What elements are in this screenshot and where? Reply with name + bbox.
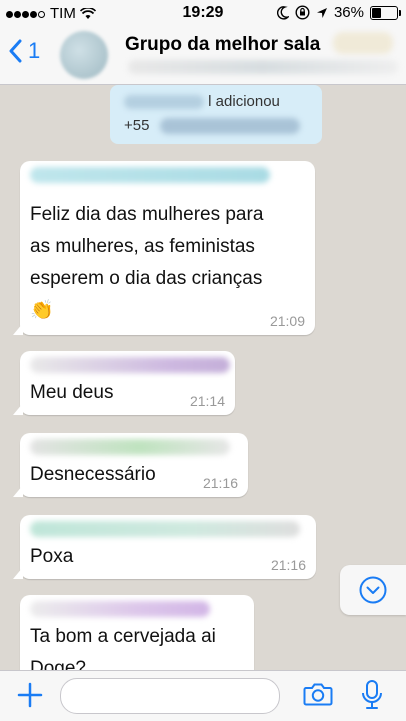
camera-icon xyxy=(303,683,333,706)
clapping-emoji: 👏 xyxy=(30,300,54,321)
message-line: Feliz dia das mulheres para xyxy=(30,204,264,225)
message-text: Meu deus xyxy=(30,377,113,409)
chat-title[interactable]: Grupo da melhor sala xyxy=(125,34,320,56)
chevron-down-icon xyxy=(359,576,387,604)
message-time: 21:09 xyxy=(269,313,305,329)
plus-icon xyxy=(17,682,43,708)
group-avatar[interactable] xyxy=(60,31,108,79)
message-time: 21:16 xyxy=(202,475,238,491)
chevron-left-icon xyxy=(9,39,22,63)
message-text: Poxa xyxy=(30,541,73,573)
message-bubble[interactable]: Ta bom a cervejada ai Doge? xyxy=(20,595,254,670)
unread-count: 1 xyxy=(28,38,41,63)
message-line: Poxa xyxy=(30,546,74,567)
compose-bar xyxy=(0,670,406,721)
message-time: 21:16 xyxy=(270,557,306,573)
participants-redacted xyxy=(128,60,398,74)
scroll-to-bottom-button[interactable] xyxy=(340,565,406,615)
chat-header: 1 Grupo da melhor sala xyxy=(0,26,406,85)
message-line: Ta bom a cervejada ai xyxy=(30,626,216,647)
message-line: Desnecessário xyxy=(30,464,156,485)
message-line: Doge? xyxy=(30,658,86,670)
title-emoji-redacted xyxy=(333,32,393,54)
message-line: as mulheres, as feministas xyxy=(30,236,255,257)
message-bubble[interactable]: Desnecessário 21:16 xyxy=(13,433,248,497)
status-bar: TIM 19:29 36% xyxy=(0,0,406,26)
message-bubble[interactable]: Poxa 21:16 xyxy=(13,515,316,579)
message-bubble[interactable]: Feliz dia das mulheres para as mulheres,… xyxy=(13,161,315,335)
message-line: esperem o dia das crianças xyxy=(30,268,263,289)
system-message-line2: +55 xyxy=(124,117,300,135)
message-bubble[interactable]: Meu deus 21:14 xyxy=(13,351,235,415)
rotation-lock-icon xyxy=(295,5,310,20)
sender-name-redacted xyxy=(30,521,300,537)
moon-icon xyxy=(276,5,289,19)
sender-name-redacted xyxy=(30,357,230,373)
microphone-icon xyxy=(362,680,382,709)
sender-name-redacted xyxy=(30,439,230,455)
location-icon xyxy=(316,7,327,18)
system-message-phone: +55 xyxy=(124,117,150,134)
battery-icon xyxy=(370,5,401,20)
status-right: 36% xyxy=(276,4,401,21)
message-text: Desnecessário xyxy=(30,459,156,491)
system-message-text: l adicionou xyxy=(208,93,280,110)
sender-name-redacted xyxy=(30,601,210,617)
sender-name-redacted xyxy=(30,167,270,183)
attach-button[interactable] xyxy=(16,681,44,714)
system-message: l adicionou +55 xyxy=(110,85,322,144)
message-time: 21:14 xyxy=(189,393,225,409)
message-text: Feliz dia das mulheres para as mulheres,… xyxy=(30,199,263,327)
battery-percent: 36% xyxy=(333,4,364,21)
message-text: Ta bom a cervejada ai Doge? xyxy=(30,621,216,670)
camera-button[interactable] xyxy=(303,681,333,712)
microphone-button[interactable] xyxy=(360,679,384,716)
message-list[interactable]: l adicionou +55 Feliz dia das mulheres p… xyxy=(0,85,406,670)
system-message-line1: l adicionou xyxy=(124,93,314,110)
back-button[interactable]: 1 xyxy=(8,38,40,64)
message-input[interactable] xyxy=(60,678,280,714)
message-line: Meu deus xyxy=(30,382,114,403)
